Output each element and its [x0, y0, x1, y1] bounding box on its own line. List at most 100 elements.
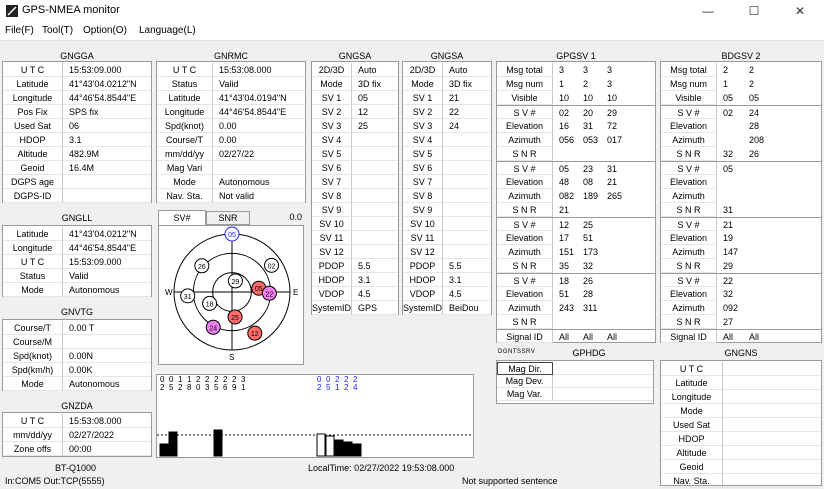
- gngga-value: 16.4M: [63, 161, 151, 175]
- gngsa1-row: SV 1 05: [312, 91, 398, 105]
- ports-label: In:COM5 Out:TCP(5555): [5, 476, 105, 486]
- snr-gps-label: 9: [232, 383, 237, 392]
- menu-file[interactable]: File(F): [5, 25, 34, 36]
- gnrmc-value: 44°46'54.8544"E: [213, 105, 305, 119]
- gpgsv-label: Azimuth: [497, 189, 553, 203]
- bdgsv-row: S N R 29: [661, 259, 821, 273]
- gngsa1-value: 4.5: [352, 287, 398, 301]
- gngns-label: U T C: [661, 362, 723, 376]
- gphdg-value: [553, 388, 653, 401]
- gnrmc-row: Nav. Sta. Not valid: [157, 189, 305, 203]
- gngsa1-row: SV 3 25: [312, 119, 398, 133]
- gpgsv-cell: [559, 147, 583, 161]
- snr-bar: [352, 443, 362, 457]
- gpgsv-cell: 311: [583, 303, 598, 313]
- gngsa1-value: [352, 217, 398, 231]
- bdgsv-label: S N R: [661, 203, 717, 217]
- gngsa2-label: HDOP: [403, 273, 443, 287]
- satellite-label: 22: [265, 291, 273, 298]
- gpgsv-cell: All: [607, 332, 618, 342]
- gngsa2-label: SV 2: [403, 105, 443, 119]
- gpgsv-row: Msg num 1 2 3: [497, 77, 655, 91]
- gpgsv-row: Elevation 48 08 21: [497, 175, 655, 189]
- gnzda-label: U T C: [3, 414, 63, 428]
- bdgsv-cell: 147: [723, 247, 739, 257]
- gngga-value: [63, 189, 151, 203]
- gngsa2-row: SV 9: [403, 203, 491, 217]
- bdgsv-row: Elevation 32: [661, 287, 821, 301]
- gngsa1-value: [352, 147, 398, 161]
- snr-bar: [159, 443, 169, 457]
- gngsa1-value: [352, 189, 398, 203]
- bdgsv-row: S N R 32 26: [661, 147, 821, 161]
- bdgsv-row: Elevation 28: [661, 119, 821, 133]
- snr-bds-label: 4: [353, 383, 358, 392]
- gngga-title: GNGGA: [60, 51, 94, 61]
- menu-tool[interactable]: Tool(T): [42, 25, 73, 36]
- gngll-label: Status: [3, 269, 63, 283]
- gngns-row: U T C: [661, 362, 821, 376]
- gngns-title: GNGNS: [724, 348, 758, 358]
- satellite-label: 26: [198, 264, 206, 271]
- gpgsv-label: S V #: [497, 218, 553, 231]
- gngsa2-value: [443, 175, 491, 189]
- gngsa2-value: [443, 231, 491, 245]
- bdgsv-cell: 29: [723, 261, 734, 271]
- bdgsv-row: S V # 02 24: [661, 105, 821, 119]
- gnvtg-value: [63, 335, 151, 349]
- bdgsv-row: S N R 27: [661, 315, 821, 329]
- gnrmc-value: 02/27/22: [213, 147, 305, 161]
- gpgsv-cell: 10: [583, 93, 594, 103]
- gnzda-row: mm/dd/yy 02/27/2022: [3, 428, 151, 442]
- gngsa2-label: 2D/3D: [403, 63, 443, 77]
- gpgsv-cell: 25: [583, 220, 594, 230]
- gpgsv-cell: [607, 287, 631, 301]
- gpgsv-cell: [607, 301, 631, 315]
- gngns-row: Nav. Sta.: [661, 474, 821, 488]
- bdgsv-panel: Msg total 2 2 Msg num 1 2 Visible 05 05 S V #02 24…: [660, 61, 822, 343]
- gngsa1-label: SV 8: [312, 189, 352, 203]
- gpgsv-title: GPGSV 1: [556, 51, 596, 61]
- gpgsv-label: Elevation: [497, 231, 553, 245]
- gpgsv-cell: 12: [559, 220, 570, 230]
- gngsa1-label: SV 10: [312, 217, 352, 231]
- gngsa1-label: SV 11: [312, 231, 352, 245]
- close-button[interactable]: ✕: [777, 0, 823, 22]
- gngsa2-label: SystemID: [403, 301, 443, 315]
- gngsa1-label: SV 9: [312, 203, 352, 217]
- gpgsv-cell: 48: [559, 177, 570, 187]
- gnrmc-value: 0.00: [213, 119, 305, 133]
- compass-label: E: [293, 288, 298, 297]
- gngsa1-value: [352, 203, 398, 217]
- bdgsv-cell: 2: [749, 65, 755, 75]
- skyplot-area: W E S 05 22 25 12 24 02 29 18 31 26 05: [158, 225, 304, 365]
- minimize-button[interactable]: —: [685, 0, 731, 22]
- tab-snr[interactable]: SNR: [206, 211, 250, 225]
- gpgsv-row: S N R 35 32: [497, 259, 655, 273]
- maximize-button[interactable]: ☐: [731, 0, 777, 22]
- gngsa2-row: 2D/3D Auto: [403, 63, 491, 77]
- gngsa2-row: SV 6: [403, 161, 491, 175]
- gngsa2-value: Auto: [443, 63, 491, 77]
- bdgsv-label: S N R: [661, 147, 717, 161]
- gngsa2-label: SV 7: [403, 175, 443, 189]
- bdgsv-row: Msg total 2 2: [661, 63, 821, 77]
- tab-sv[interactable]: SV#: [158, 210, 206, 225]
- gnrmc-label: Longitude: [157, 105, 213, 119]
- gngga-label: U T C: [3, 63, 63, 77]
- gpgsv-label: S N R: [497, 203, 553, 217]
- snr-gps-label: 5: [169, 383, 174, 392]
- gngsa1-row: SV 10: [312, 217, 398, 231]
- bdgsv-cell: 24: [749, 108, 760, 118]
- gpgsv-cell: [559, 315, 583, 329]
- menu-language[interactable]: Language(L): [139, 25, 196, 36]
- gpgsv-row: Msg total 3 3 3: [497, 63, 655, 77]
- gpgsv-row: Azimuth 243 311: [497, 301, 655, 315]
- bdgsv-row: Azimuth 092: [661, 301, 821, 315]
- menu-option[interactable]: Option(O): [83, 25, 127, 36]
- gngll-value: Autonomous: [63, 283, 151, 297]
- gpgsv-label: Azimuth: [497, 245, 553, 259]
- gngsa1-label: SV 7: [312, 175, 352, 189]
- gngsa1-value: 25: [352, 119, 398, 133]
- bdgsv-cell: 092: [723, 303, 739, 313]
